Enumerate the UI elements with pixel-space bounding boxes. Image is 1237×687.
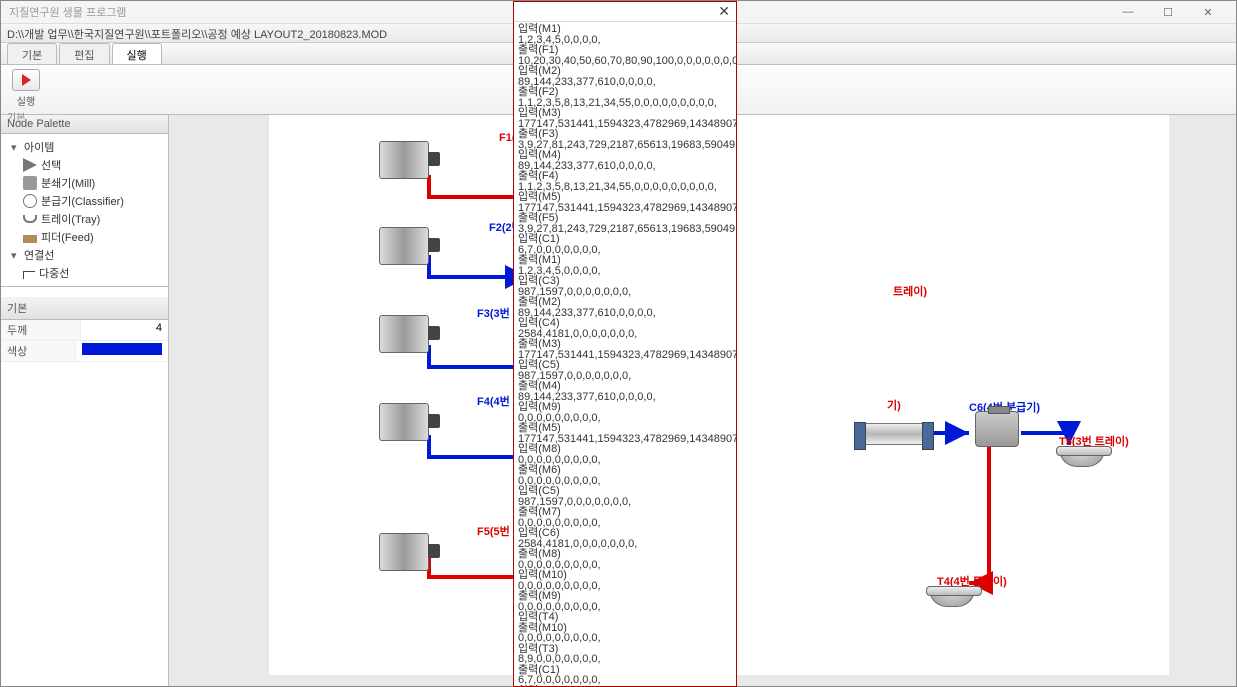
play-icon bbox=[22, 74, 31, 86]
prop-thickness[interactable]: 두께 4 bbox=[1, 320, 168, 341]
node-palette-tree: ▾아이템 선택 분쇄기(Mill) 분급기(Classifier) 트레이(Tr… bbox=[1, 134, 168, 287]
label-trx: 트레이) bbox=[893, 283, 927, 299]
run-button[interactable] bbox=[12, 69, 40, 91]
node-palette-header: Node Palette bbox=[1, 115, 168, 134]
output-log-dialog: ✕ 입력(M1)1,2,3,4,5,0,0,0,0,출력(F1)10,20,30… bbox=[513, 1, 737, 687]
polyline-icon bbox=[23, 271, 35, 279]
prop-color[interactable]: 색상 bbox=[1, 341, 168, 362]
node-tray-5[interactable] bbox=[1059, 449, 1105, 467]
palette-polyline[interactable]: 다중선 bbox=[7, 264, 168, 282]
run-label: 실행 bbox=[7, 93, 45, 108]
node-feeder-5[interactable] bbox=[379, 533, 429, 571]
node-feeder-2[interactable] bbox=[379, 227, 429, 265]
pointer-icon bbox=[23, 158, 37, 172]
palette-tray[interactable]: 트레이(Tray) bbox=[7, 210, 168, 228]
mill-icon bbox=[23, 176, 37, 190]
palette-select[interactable]: 선택 bbox=[7, 156, 168, 174]
classifier-icon bbox=[23, 194, 37, 208]
tree-group-items[interactable]: ▾아이템 bbox=[7, 138, 168, 156]
node-classifier-6[interactable] bbox=[975, 411, 1019, 447]
window-close-button[interactable]: ✕ bbox=[1188, 6, 1228, 19]
dialog-close-button[interactable]: ✕ bbox=[718, 3, 730, 20]
palette-feed[interactable]: 피더(Feed) bbox=[7, 228, 168, 246]
properties-header: 기본 bbox=[1, 297, 168, 320]
tray-icon bbox=[23, 215, 37, 223]
tab-edit[interactable]: 편집 bbox=[59, 43, 109, 64]
palette-classifier[interactable]: 분급기(Classifier) bbox=[7, 192, 168, 210]
output-log-text: 입력(M1)1,2,3,4,5,0,0,0,0,출력(F1)10,20,30,4… bbox=[514, 22, 736, 686]
sidebar: Node Palette ▾아이템 선택 분쇄기(Mill) 분급기(Class… bbox=[1, 115, 169, 686]
node-mill-right[interactable] bbox=[859, 423, 929, 445]
tree-group-connectors[interactable]: ▾연결선 bbox=[7, 246, 168, 264]
color-swatch bbox=[82, 343, 162, 355]
node-tray-4[interactable] bbox=[929, 589, 975, 607]
ribbon-group-label: 기본 bbox=[7, 109, 25, 124]
window-title: 지질연구원 생물 프로그램 bbox=[9, 4, 126, 20]
tab-basic[interactable]: 기본 bbox=[7, 43, 57, 64]
window-max-button[interactable]: ☐ bbox=[1148, 6, 1188, 19]
label-gi: 기) bbox=[887, 397, 901, 413]
node-feeder-4[interactable] bbox=[379, 403, 429, 441]
node-feeder-3[interactable] bbox=[379, 315, 429, 353]
node-feeder-1[interactable] bbox=[379, 141, 429, 179]
properties-panel: 두께 4 색상 bbox=[1, 320, 168, 362]
window-min-button[interactable]: — bbox=[1108, 6, 1148, 18]
palette-mill[interactable]: 분쇄기(Mill) bbox=[7, 174, 168, 192]
tab-run[interactable]: 실행 bbox=[112, 43, 162, 64]
feed-icon bbox=[23, 235, 37, 243]
